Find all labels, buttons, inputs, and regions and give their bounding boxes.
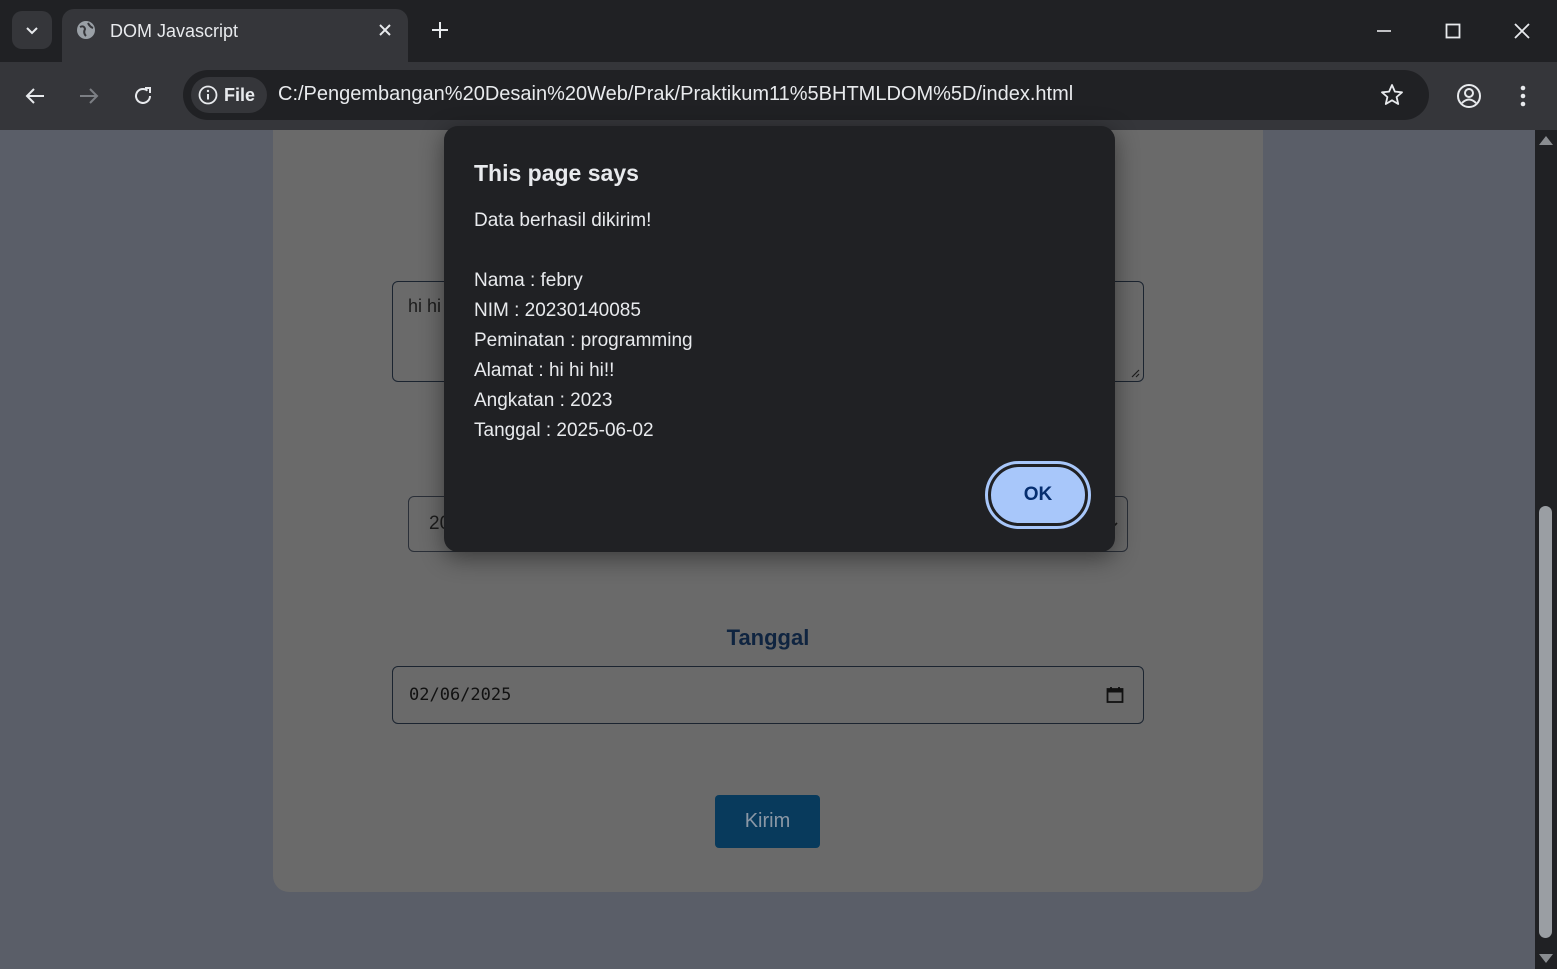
window-close-button[interactable] <box>1504 14 1540 48</box>
alamat-textarea-value: hi hi <box>408 296 442 316</box>
date-value: 02/06/2025 <box>409 685 512 705</box>
maximize-icon <box>1445 23 1461 39</box>
dialog-message: Data berhasil dikirim! Nama : febry NIM … <box>474 206 693 446</box>
dialog-message-line <box>474 236 693 266</box>
globe-icon <box>77 21 95 39</box>
dialog-title: This page says <box>474 160 639 186</box>
resize-grip-icon[interactable] <box>1130 368 1140 378</box>
maximize-button[interactable] <box>1435 14 1471 48</box>
tab-search-button[interactable] <box>12 11 52 49</box>
close-icon <box>379 24 391 36</box>
menu-button[interactable] <box>1506 79 1540 113</box>
tanggal-date-input[interactable]: 02/06/2025 <box>392 666 1144 724</box>
browser-toolbar: File C:/Pengembangan%20Desain%20Web/Prak… <box>0 62 1557 130</box>
address-bar[interactable]: File C:/Pengembangan%20Desain%20Web/Prak… <box>183 70 1429 120</box>
tanggal-label: Tanggal <box>726 625 810 650</box>
minimize-icon <box>1377 30 1391 32</box>
window-close-icon <box>1514 23 1530 39</box>
reload-icon <box>135 87 151 104</box>
calendar-icon[interactable] <box>1105 685 1125 705</box>
bookmark-button[interactable] <box>1379 82 1405 108</box>
kebab-menu-icon <box>1520 85 1526 107</box>
tab-search-icon <box>26 27 38 35</box>
forward-button[interactable] <box>72 79 106 113</box>
minimize-button[interactable] <box>1366 14 1402 48</box>
forward-arrow-icon <box>80 88 99 104</box>
dialog-message-line: NIM : 20230140085 <box>474 300 641 321</box>
tab-close-button[interactable] <box>374 19 396 41</box>
reload-button[interactable] <box>126 79 160 113</box>
profile-button[interactable] <box>1452 79 1486 113</box>
url-text[interactable]: C:/Pengembangan%20Desain%20Web/Prak/Prak… <box>278 83 1073 106</box>
tab-bar: DOM Javascript <box>0 0 1557 62</box>
scroll-thumb[interactable] <box>1539 506 1552 938</box>
tab-title: DOM Javascript <box>110 21 239 41</box>
page-scrollbar[interactable] <box>1535 130 1557 969</box>
alert-dialog: This page says Data berhasil dikirim! Na… <box>444 126 1115 552</box>
info-icon <box>198 85 218 105</box>
plus-icon <box>432 22 448 38</box>
kirim-button[interactable]: Kirim <box>715 795 820 848</box>
site-chip-label: File <box>224 84 256 105</box>
dialog-message-line: Angkatan : 2023 <box>474 390 613 411</box>
dialog-message-line: Peminatan : programming <box>474 330 693 351</box>
back-button[interactable] <box>18 79 52 113</box>
active-tab[interactable]: DOM Javascript <box>62 9 408 62</box>
dialog-message-line: Tanggal : 2025-06-02 <box>474 420 654 441</box>
scroll-down-arrow-icon[interactable] <box>1539 954 1553 963</box>
dialog-message-line: Alamat : hi hi hi!! <box>474 360 615 381</box>
dialog-message-line: Data berhasil dikirim! <box>474 210 652 231</box>
scroll-up-arrow-icon[interactable] <box>1539 136 1553 145</box>
star-icon <box>1381 84 1403 105</box>
site-info-chip[interactable]: File <box>191 77 267 113</box>
profile-icon <box>1457 84 1481 108</box>
ok-button[interactable]: OK <box>985 461 1091 529</box>
dialog-message-line: Nama : febry <box>474 270 583 291</box>
new-tab-button[interactable] <box>428 18 452 42</box>
back-arrow-icon <box>25 88 44 104</box>
